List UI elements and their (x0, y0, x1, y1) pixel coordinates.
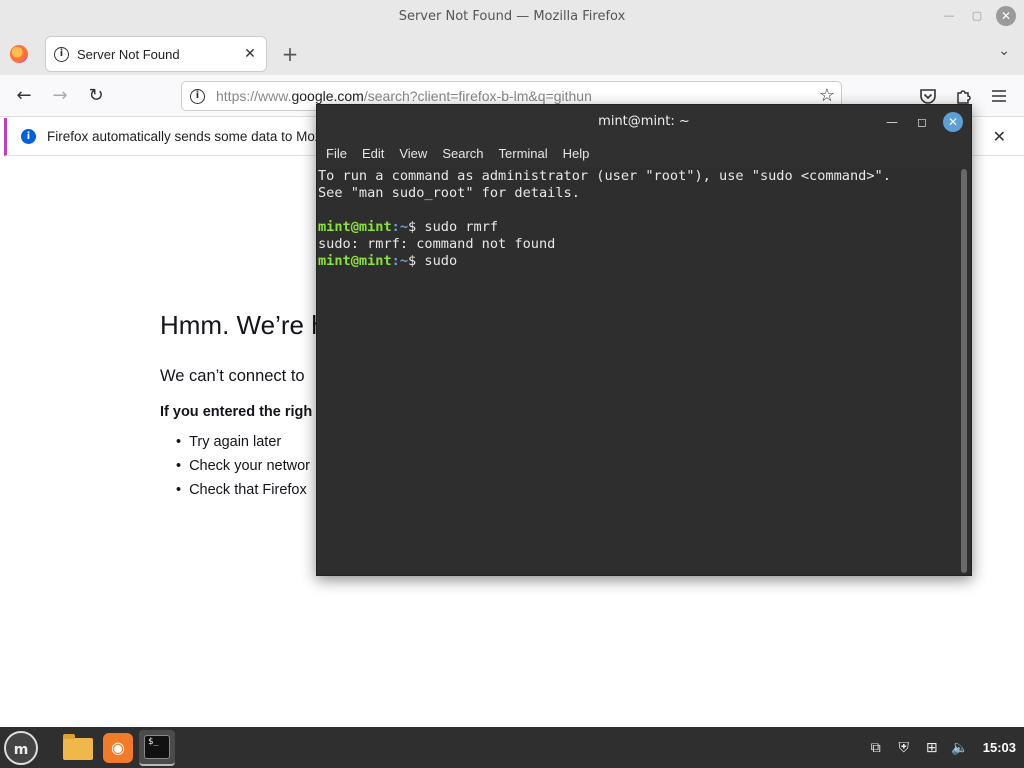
update-manager-icon[interactable]: ⧉ (867, 740, 885, 756)
minimize-button[interactable]: — (940, 7, 958, 25)
prompt-user: mint@mint (318, 253, 392, 269)
terminal-line: See "man sudo_root" for details. (318, 185, 580, 201)
terminal-window-controls: — ◻ ✕ (883, 112, 963, 132)
menu-view[interactable]: View (399, 146, 427, 161)
firefox-icon: ◉ (103, 733, 133, 763)
list-all-tabs-icon[interactable]: ⌄ (998, 43, 1010, 59)
terminal-title: mint@mint: ~ (598, 114, 690, 129)
terminal-icon: $_ (144, 735, 170, 759)
menu-search[interactable]: Search (442, 146, 483, 161)
maximize-button[interactable]: ▢ (968, 7, 986, 25)
close-tab-icon[interactable]: ✕ (242, 46, 258, 62)
firefox-launcher[interactable]: ◉ (100, 730, 136, 766)
terminal-titlebar[interactable]: mint@mint: ~ — ◻ ✕ (317, 105, 971, 139)
taskbar: m ◉ $_ ⧉ ⛨ ⊞ 🔈 15:03 (0, 727, 1024, 768)
back-button[interactable]: ← (12, 84, 36, 108)
prompt-path: :~ (391, 253, 409, 269)
tab-server-not-found[interactable]: i Server Not Found ✕ (46, 37, 266, 71)
terminal-maximize-button[interactable]: ◻ (913, 113, 931, 131)
window-title: Server Not Found — Mozilla Firefox (398, 9, 626, 24)
shield-icon[interactable]: ⛨ (895, 740, 913, 756)
notification-text: Firefox automatically sends some data to… (47, 129, 322, 144)
terminal-line: mint@mint:~$ sudo rmrf (318, 219, 960, 236)
terminal-scrollbar[interactable] (961, 169, 967, 573)
prompt-user: mint@mint (318, 219, 392, 235)
network-icon[interactable]: ⊞ (923, 740, 941, 756)
bookmark-star-icon[interactable]: ☆ (819, 85, 835, 106)
terminal-minimize-button[interactable]: — (883, 113, 901, 131)
terminal-line: To run a command as administrator (user … (318, 168, 891, 184)
window-controls: — ▢ ✕ (940, 6, 1016, 26)
system-tray: ⧉ ⛨ ⊞ 🔈 15:03 (867, 727, 1016, 768)
tab-title: Server Not Found (77, 46, 180, 62)
forward-button[interactable]: → (48, 84, 72, 108)
reload-button[interactable]: ↻ (84, 84, 108, 108)
site-info-icon[interactable]: i (190, 89, 205, 104)
menu-terminal[interactable]: Terminal (499, 146, 548, 161)
terminal-window[interactable]: mint@mint: ~ — ◻ ✕ File Edit View Search… (316, 104, 972, 576)
command-text: $ sudo (408, 253, 458, 269)
menu-file[interactable]: File (326, 146, 347, 161)
tab-bar: i Server Not Found ✕ + ⌄ (0, 33, 1024, 75)
pocket-icon[interactable] (919, 87, 937, 105)
volume-icon[interactable]: 🔈 (951, 740, 969, 756)
terminal-close-button[interactable]: ✕ (943, 112, 963, 132)
menu-edit[interactable]: Edit (362, 146, 384, 161)
terminal-line: mint@mint:~$ sudo (318, 253, 960, 270)
file-manager-launcher[interactable] (60, 730, 96, 766)
terminal-output[interactable]: To run a command as administrator (user … (318, 167, 960, 573)
terminal-launcher[interactable]: $_ (139, 730, 175, 766)
info-icon: i (21, 129, 36, 144)
terminal-menubar: File Edit View Search Terminal Help (317, 139, 971, 167)
firefox-titlebar: Server Not Found — Mozilla Firefox — ▢ ✕ (0, 0, 1024, 33)
menu-help[interactable]: Help (563, 146, 590, 161)
close-window-button[interactable]: ✕ (996, 6, 1016, 26)
clock[interactable]: 15:03 (983, 740, 1016, 755)
folder-icon (63, 734, 93, 760)
extensions-icon[interactable] (955, 87, 973, 105)
menu-icon[interactable] (991, 88, 1007, 104)
terminal-line: sudo: rmrf: command not found (318, 236, 556, 252)
close-notification-icon[interactable]: ✕ (993, 127, 1006, 146)
new-tab-button[interactable]: + (280, 42, 300, 66)
firefox-logo-icon[interactable] (10, 45, 28, 63)
command-text: $ sudo rmrf (408, 219, 499, 235)
prompt-path: :~ (391, 219, 409, 235)
url-text[interactable]: https://www.google.com/search?client=fir… (216, 88, 592, 104)
info-icon: i (54, 46, 69, 62)
start-menu-button[interactable]: m (4, 731, 38, 765)
